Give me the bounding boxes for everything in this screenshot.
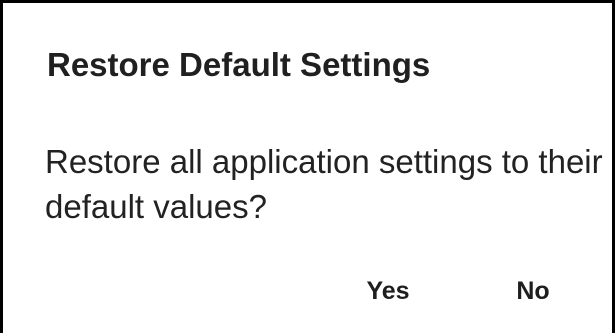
dialog-actions: Yes No: [3, 271, 612, 311]
restore-defaults-dialog: Restore Default Settings Restore all app…: [0, 0, 615, 333]
dialog-message: Restore all application settings to thei…: [45, 143, 603, 225]
dialog-title: Restore Default Settings: [47, 46, 431, 83]
no-button[interactable]: No: [508, 271, 558, 311]
yes-button[interactable]: Yes: [358, 271, 418, 311]
